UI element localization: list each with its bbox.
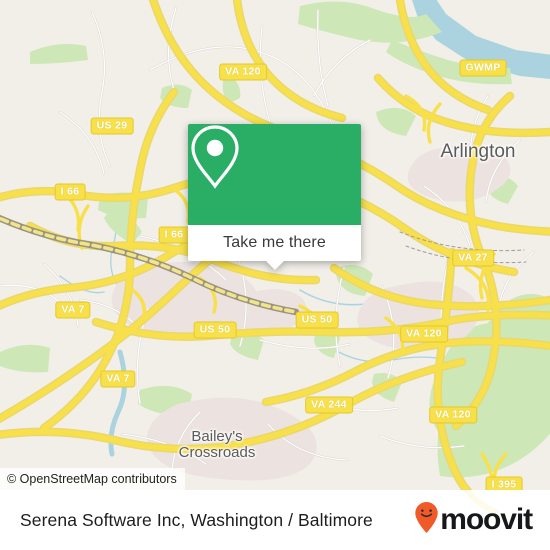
shield-va-7-north: VA 7 xyxy=(55,301,91,319)
shield-us-29: US 29 xyxy=(90,117,134,135)
shield-gwmp: GWMP xyxy=(459,59,507,77)
map-canvas[interactable]: .mj{stroke:#f7e04a;stroke-linecap:round;… xyxy=(0,0,550,490)
moovit-wordmark: moovit xyxy=(440,503,533,536)
shield-i-395: I 395 xyxy=(485,476,523,490)
footer-location-title: Serena Software Inc, Washington / Baltim… xyxy=(20,509,373,530)
place-label-arlington: Arlington xyxy=(440,141,516,162)
screenshot-root: .mj{stroke:#f7e04a;stroke-linecap:round;… xyxy=(0,0,550,550)
location-popup[interactable]: Take me there xyxy=(188,124,361,270)
shield-i-66-center: I 66 xyxy=(158,226,190,244)
popup-action-label: Take me there xyxy=(223,234,326,251)
place-label-crossroads: Crossroads xyxy=(178,444,256,461)
place-label-baileys: Bailey's xyxy=(191,428,243,445)
shield-us-50-east: US 50 xyxy=(295,311,339,329)
moovit-pin-smiley-icon xyxy=(414,501,439,539)
moovit-logo[interactable]: moovit xyxy=(414,501,533,539)
footer-bar: Serena Software Inc, Washington / Baltim… xyxy=(0,490,550,550)
map-attribution[interactable]: © OpenStreetMap contributors xyxy=(0,468,185,490)
shield-va-120-south: VA 120 xyxy=(429,406,477,424)
popup-header xyxy=(188,124,361,225)
shield-va-244: VA 244 xyxy=(305,396,353,414)
shield-va-7-south: VA 7 xyxy=(100,370,136,388)
shield-va-120-mid: VA 120 xyxy=(400,325,448,343)
popup-action[interactable]: Take me there xyxy=(188,225,361,261)
shield-va-120-north: VA 120 xyxy=(219,63,267,81)
shield-va-27: VA 27 xyxy=(452,249,494,267)
popup-tail xyxy=(264,260,285,270)
shield-us-50-west: US 50 xyxy=(193,321,237,339)
shield-i-66-west: I 66 xyxy=(54,183,86,201)
